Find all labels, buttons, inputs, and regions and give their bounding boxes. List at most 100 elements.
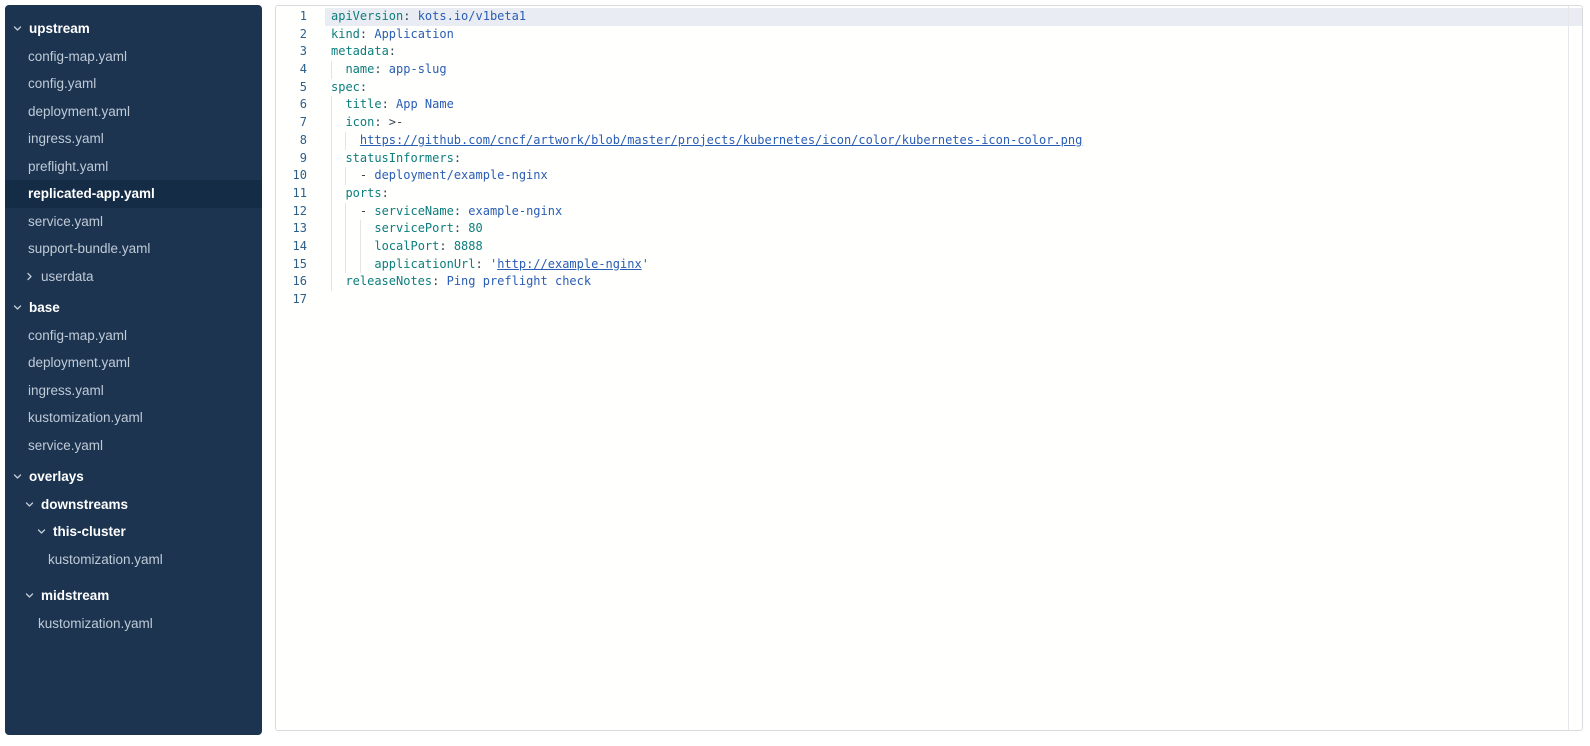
tree-folder-downstreams[interactable]: downstreams <box>5 491 262 519</box>
tree-file-service-yaml[interactable]: service.yaml <box>5 208 262 236</box>
line-number: 14 <box>276 238 325 256</box>
code-line[interactable]: 9statusInformers: <box>276 150 1582 168</box>
code-token: : <box>403 9 417 23</box>
code-line-content: icon: >- <box>325 114 1582 132</box>
indent-guide <box>360 220 361 238</box>
code-line-content: apiVersion: kots.io/v1beta1 <box>325 8 1582 26</box>
code-line[interactable]: 14localPort: 8888 <box>276 238 1582 256</box>
code-line-content: metadata: <box>325 43 1582 61</box>
tree-item-label: config-map.yaml <box>28 328 127 343</box>
line-number: 17 <box>276 291 325 309</box>
yaml-editor-panel: 1apiVersion: kots.io/v1beta12kind: Appli… <box>275 5 1583 731</box>
code-line[interactable]: 7icon: >- <box>276 114 1582 132</box>
indent-guide <box>360 238 361 256</box>
code-line[interactable]: 16releaseNotes: Ping preflight check <box>276 273 1582 291</box>
code-token: : <box>374 62 388 76</box>
code-line[interactable]: 11ports: <box>276 185 1582 203</box>
code-link-token[interactable]: https://github.com/cncf/artwork/blob/mas… <box>360 133 1082 147</box>
code-line[interactable]: 2kind: Application <box>276 26 1582 44</box>
code-token: servicePort <box>374 221 453 235</box>
tree-folder-userdata[interactable]: userdata <box>5 263 262 291</box>
tree-folder-upstream[interactable]: upstream <box>5 15 262 43</box>
chevron-down-icon <box>13 472 22 481</box>
line-number: 6 <box>276 96 325 114</box>
indent-guide <box>345 256 346 274</box>
indent-guide <box>331 203 332 221</box>
code-token: spec <box>331 80 360 94</box>
line-number: 13 <box>276 220 325 238</box>
code-token: app-slug <box>389 62 447 76</box>
code-line[interactable]: 15applicationUrl: 'http://example-nginx' <box>276 256 1582 274</box>
code-token: : <box>454 204 468 218</box>
code-token: : <box>382 186 389 200</box>
line-number: 3 <box>276 43 325 61</box>
tree-item-label: base <box>29 300 60 315</box>
code-line-content: kind: Application <box>325 26 1582 44</box>
code-token: ' <box>642 257 649 271</box>
code-token: 80 <box>468 221 482 235</box>
tree-item-label: kustomization.yaml <box>28 410 143 425</box>
code-line[interactable]: 1apiVersion: kots.io/v1beta1 <box>276 8 1582 26</box>
tree-folder-base[interactable]: base <box>5 294 262 322</box>
tree-file-ingress-yaml[interactable]: ingress.yaml <box>5 125 262 153</box>
chevron-down-icon <box>13 24 22 33</box>
code-line[interactable]: 8https://github.com/cncf/artwork/blob/ma… <box>276 132 1582 150</box>
code-line-content: localPort: 8888 <box>325 238 1582 256</box>
tree-file-config-map-yaml[interactable]: config-map.yaml <box>5 322 262 350</box>
code-token: : <box>454 151 461 165</box>
indent-guide <box>331 220 332 238</box>
code-token: 8888 <box>454 239 483 253</box>
code-line[interactable]: 12- serviceName: example-nginx <box>276 203 1582 221</box>
code-link-token[interactable]: http://example-nginx <box>497 257 642 271</box>
tree-file-preflight-yaml[interactable]: preflight.yaml <box>5 153 262 181</box>
indent-guide <box>331 238 332 256</box>
tree-file-deployment-yaml[interactable]: deployment.yaml <box>5 98 262 126</box>
tree-folder-overlays[interactable]: overlays <box>5 463 262 491</box>
tree-file-kustomization-yaml[interactable]: kustomization.yaml <box>5 546 262 574</box>
code-line-content: - deployment/example-nginx <box>325 167 1582 185</box>
tree-file-kustomization-yaml[interactable]: kustomization.yaml <box>5 610 262 638</box>
chevron-right-icon <box>25 272 34 281</box>
indent-guide <box>331 96 332 114</box>
tree-file-support-bundle-yaml[interactable]: support-bundle.yaml <box>5 235 262 263</box>
code-area[interactable]: 1apiVersion: kots.io/v1beta12kind: Appli… <box>276 8 1582 309</box>
code-token: : <box>360 80 367 94</box>
code-line[interactable]: 6title: App Name <box>276 96 1582 114</box>
code-token: : >- <box>374 115 403 129</box>
code-line[interactable]: 17 <box>276 291 1582 309</box>
tree-file-config-yaml[interactable]: config.yaml <box>5 70 262 98</box>
tree-file-kustomization-yaml[interactable]: kustomization.yaml <box>5 404 262 432</box>
code-line-content: ports: <box>325 185 1582 203</box>
chevron-down-icon <box>25 500 34 509</box>
tree-item-label: service.yaml <box>28 214 103 229</box>
code-token: releaseNotes <box>345 274 432 288</box>
code-line-content: spec: <box>325 79 1582 97</box>
tree-file-deployment-yaml[interactable]: deployment.yaml <box>5 349 262 377</box>
code-line[interactable]: 10- deployment/example-nginx <box>276 167 1582 185</box>
tree-item-label: upstream <box>29 21 90 36</box>
tree-folder-midstream[interactable]: midstream <box>5 582 262 610</box>
code-token: example-nginx <box>468 204 562 218</box>
code-line[interactable]: 13 servicePort: 80 <box>276 220 1582 238</box>
tree-folder-this-cluster[interactable]: this-cluster <box>5 518 262 546</box>
tree-file-replicated-app-yaml[interactable]: replicated-app.yaml <box>5 180 262 208</box>
indent-guide <box>345 132 346 150</box>
code-token: name <box>345 62 374 76</box>
tree-file-service-yaml[interactable]: service.yaml <box>5 432 262 460</box>
code-token: deployment/example-nginx <box>374 168 547 182</box>
tree-item-label: midstream <box>41 588 109 603</box>
code-token: : <box>454 221 468 235</box>
tree-file-ingress-yaml[interactable]: ingress.yaml <box>5 377 262 405</box>
tree-item-label: overlays <box>29 469 84 484</box>
line-number: 12 <box>276 203 325 221</box>
tree-item-label: support-bundle.yaml <box>28 241 150 256</box>
tree-item-label: replicated-app.yaml <box>28 186 155 201</box>
code-line[interactable]: 5spec: <box>276 79 1582 97</box>
code-line[interactable]: 3metadata: <box>276 43 1582 61</box>
code-line[interactable]: 4name: app-slug <box>276 61 1582 79</box>
line-number: 9 <box>276 150 325 168</box>
indent-guide <box>331 114 332 132</box>
scrollbar-track[interactable] <box>1568 6 1569 730</box>
tree-file-config-map-yaml[interactable]: config-map.yaml <box>5 43 262 71</box>
code-token: : <box>439 239 453 253</box>
